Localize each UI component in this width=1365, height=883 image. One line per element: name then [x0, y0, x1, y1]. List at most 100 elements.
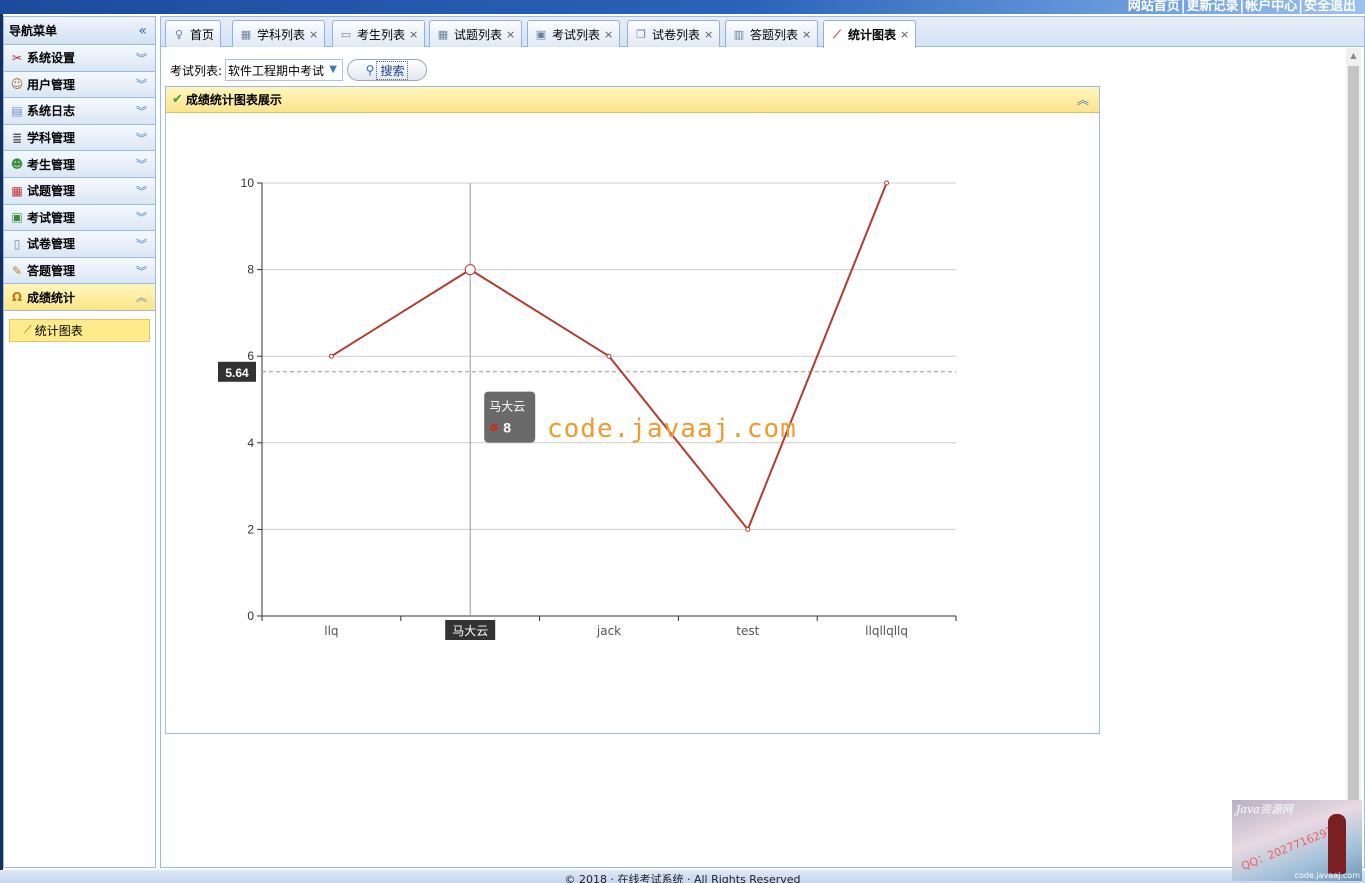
chevron-down-icon[interactable]: ︾ [136, 263, 147, 279]
tab-1[interactable]: ▦ 学科列表 × [232, 20, 326, 47]
nav-item-3[interactable]: ≣ 学科管理 ︾ [4, 124, 155, 152]
nav-sub-item-label: 统计图表 [34, 323, 83, 338]
mark-line-label: 5.64 [225, 366, 249, 380]
nav-item-label: 考生管理 [27, 157, 76, 172]
tooltip-value: 8 [503, 420, 511, 436]
nav-item-2[interactable]: ▤ 系统日志 ︾ [4, 98, 155, 125]
corner-ad-url: code.javaaj.com [1294, 871, 1360, 880]
x-tick-label: llq [324, 624, 338, 638]
y-tick-label: 4 [247, 436, 254, 450]
link-changelog[interactable]: 更新记录 [1186, 0, 1238, 14]
tab-4[interactable]: ▣ 考试列表 × [527, 20, 621, 47]
nav-item-9[interactable]: Ω 成绩统计 ︽ [4, 284, 155, 311]
tab-label: 答题列表 [750, 27, 799, 42]
list-icon: ≣ [11, 130, 23, 145]
nav-item-label: 用户管理 [27, 77, 76, 92]
tooltip-category: 马大云 [489, 400, 525, 414]
close-icon[interactable]: × [604, 28, 613, 41]
chevron-down-icon[interactable]: ︾ [136, 183, 147, 199]
data-point [745, 526, 751, 532]
nav-item-6[interactable]: ▣ 考试管理 ︾ [4, 204, 155, 232]
exam-icon: ▣ [11, 210, 23, 225]
nav-item-0[interactable]: ✂ 系统设置 ︾ [4, 45, 155, 72]
copy-icon: ❐ [636, 27, 646, 41]
x-tick-label: test [736, 624, 759, 638]
chevron-up-icon[interactable]: ︽ [136, 289, 147, 305]
x-tick-label: jack [596, 624, 621, 638]
users-icon: ☺ [10, 77, 24, 92]
vertical-scrollbar[interactable]: ▲ [1346, 48, 1361, 868]
corner-ad-title: Java资源网 [1236, 803, 1293, 816]
nav-item-5[interactable]: ▦ 试题管理 ︾ [4, 177, 155, 205]
nav-panel: 导航菜单 « ✂ 系统设置 ︾ ☺ 用户管理 ︾ ▤ 系统日志 ︾ ≣ 学科管理 ︾ ☻ 考生管理 ︾ ▦ 试题… [3, 16, 156, 868]
chevron-down-icon[interactable]: ︾ [136, 103, 147, 119]
nav-item-4[interactable]: ☻ 考生管理 ︾ [4, 151, 155, 178]
chevron-down-icon[interactable]: ︾ [136, 156, 147, 172]
exam-filter-label: 考试列表: [170, 63, 223, 78]
tab-label: 首页 [190, 27, 215, 42]
close-icon[interactable]: × [704, 28, 713, 41]
nav-collapse-icon[interactable]: « [138, 23, 147, 39]
chevron-down-icon[interactable]: ︾ [136, 236, 147, 252]
corner-ad-figure [1328, 814, 1346, 874]
nav-item-label: 成绩统计 [27, 290, 76, 305]
chevron-down-icon[interactable]: ︾ [136, 209, 147, 225]
log-icon: ▤ [11, 103, 23, 118]
y-tick-label: 10 [241, 176, 255, 190]
tooltip-series-dot [490, 423, 499, 432]
nav-item-1[interactable]: ☺ 用户管理 ︾ [4, 71, 155, 99]
link-account[interactable]: 帐户中心 [1245, 0, 1297, 14]
close-icon[interactable]: × [309, 28, 318, 41]
close-icon[interactable]: × [900, 28, 909, 41]
nav-sub-item-0[interactable]: ⟋ 统计图表 [9, 318, 150, 342]
footer: © 2018 · 在线考试系统 · All Rights Reserved [0, 870, 1365, 883]
tab-2[interactable]: ▭ 考生列表 × [332, 20, 426, 47]
exam-select[interactable]: 软件工程期中考试 ▼ [225, 59, 344, 81]
tab-5[interactable]: ❐ 试卷列表 × [627, 20, 721, 47]
tab-7[interactable]: ⟋ 统计图表 × [823, 20, 917, 48]
search-button[interactable]: ⚲ 搜索 [347, 59, 428, 81]
chevron-down-icon[interactable]: ▼ [326, 62, 340, 78]
tab-6[interactable]: ▥ 答题列表 × [725, 20, 819, 47]
search-icon: ⚲ [365, 63, 375, 77]
link-home[interactable]: 网站首页 [1128, 0, 1180, 14]
link-logout[interactable]: 安全退出 [1304, 0, 1356, 14]
chevron-down-icon[interactable]: ︾ [136, 76, 147, 92]
data-point [328, 353, 334, 359]
students-icon: ☻ [10, 157, 24, 172]
tab-label: 试卷列表 [652, 27, 701, 42]
tab-0[interactable]: ♀ 首页 [165, 20, 222, 47]
exam-select-value: 软件工程期中考试 [228, 63, 325, 78]
exam-filter: 考试列表: 软件工程期中考试 ▼ ⚲ 搜索 [170, 59, 428, 81]
close-icon[interactable]: × [802, 28, 811, 41]
y-tick-label: 6 [247, 349, 254, 363]
close-icon[interactable]: × [409, 28, 418, 41]
report-icon: ▥ [733, 27, 745, 41]
calendar-icon: ▦ [11, 183, 23, 198]
table-icon: ▦ [240, 27, 252, 41]
tools-icon: ✂ [11, 50, 23, 65]
scroll-up-icon[interactable]: ▲ [1348, 50, 1359, 62]
nav-header: 导航菜单 « [4, 17, 155, 45]
paper-icon: ▯ [13, 236, 21, 251]
nav-item-label: 系统日志 [27, 104, 76, 119]
line-chart-icon: ⟋ [24, 323, 32, 337]
pen-icon: ✎ [11, 263, 23, 278]
x-tick-label: 马大云 [452, 624, 488, 638]
top-banner: 网站首页|更新记录|帐户中心|安全退出 [0, 0, 1365, 14]
tab-3[interactable]: ▦ 试题列表 × [429, 20, 523, 47]
chevron-down-icon[interactable]: ︾ [136, 130, 147, 146]
nav-item-label: 答题管理 [27, 264, 76, 279]
chevron-down-icon[interactable]: ︾ [136, 50, 147, 66]
nav-item-7[interactable]: ▯ 试卷管理 ︾ [4, 231, 155, 258]
tab-label: 学科列表 [257, 27, 306, 42]
close-icon[interactable]: × [506, 28, 515, 41]
stats-icon: Ω [11, 290, 23, 305]
tab-label: 考生列表 [357, 27, 406, 42]
tab-bar: ♀ 首页 ▦ 学科列表 × ▭ 考生列表 × ▦ 试题列表 × ▣ 考试列表 × ❐ 试卷列表 × ▥ 答题列表 × ⟋… [161, 17, 1364, 48]
scrollbar-thumb[interactable] [1348, 66, 1359, 866]
panel-collapse-icon[interactable]: ︽ [1077, 91, 1089, 108]
line-chart-icon: ⟋ [833, 28, 841, 41]
nav-item-8[interactable]: ✎ 答题管理 ︾ [4, 257, 155, 285]
tab-label: 统计图表 [848, 28, 897, 42]
